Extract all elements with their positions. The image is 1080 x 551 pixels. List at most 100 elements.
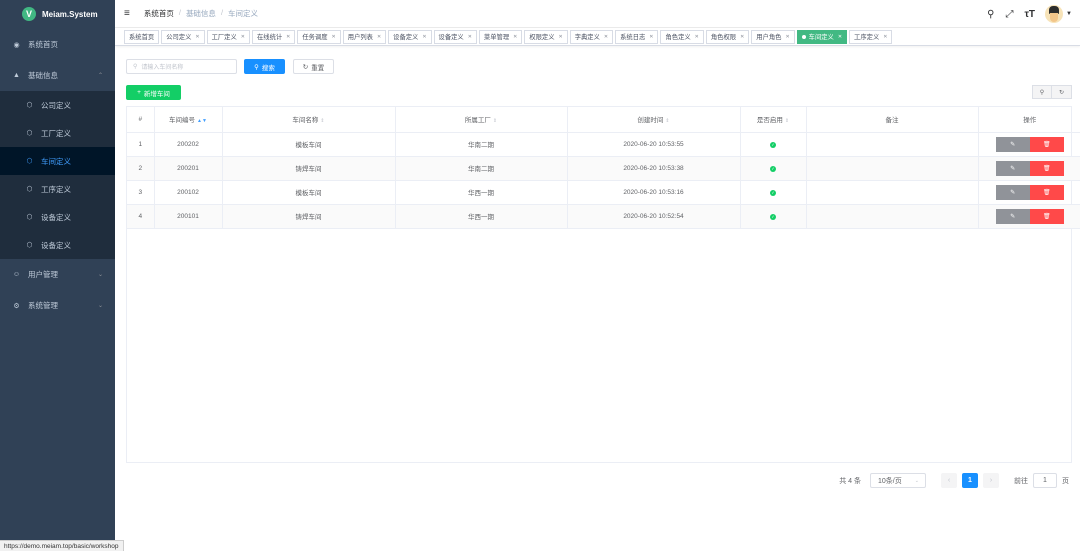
refresh-button[interactable]: ↻: [1052, 85, 1072, 99]
delete-button[interactable]: 🗑: [1029, 136, 1064, 152]
table-row[interactable]: 4 200101 铸焊车间 华西一期 2020-06-20 10:52:54 ✓ ✎ 🗑: [127, 204, 1080, 229]
cell-name: 模板车间: [222, 132, 396, 157]
cube-icon: ⬡: [26, 242, 33, 249]
sidebar-item-factory[interactable]: ⬡ 工厂定义: [0, 119, 115, 147]
close-icon[interactable]: ✕: [377, 34, 381, 40]
sidebar-item-users[interactable]: ☺ 用户管理 ⌄: [0, 259, 115, 290]
close-icon[interactable]: ✕: [740, 34, 744, 40]
toggle-search-button[interactable]: ⚲: [1032, 85, 1052, 99]
tag-item[interactable]: 权限定义 ✕: [524, 29, 568, 44]
tag-item[interactable]: 菜单管理 ✕: [478, 29, 523, 44]
add-workshop-button[interactable]: + 新增车间: [126, 85, 181, 100]
search-icon: ⚲: [1039, 89, 1045, 96]
sidebar-item-company[interactable]: ⬡ 公司定义: [0, 91, 115, 119]
tag-item[interactable]: 工厂定义 ✕: [206, 29, 250, 44]
tag-label: 在线统计: [256, 34, 283, 41]
page-size-select[interactable]: 10条/页 ⌄: [870, 473, 926, 488]
close-icon[interactable]: ✕: [332, 34, 336, 40]
close-icon[interactable]: ✕: [604, 34, 608, 40]
tag-item[interactable]: 角色权限 ✕: [705, 29, 750, 44]
cell-remark: [806, 132, 979, 157]
table-row[interactable]: 2 200201 铸焊车间 华南二期 2020-06-20 10:53:38 ✓ ✎ 🗑: [127, 156, 1080, 181]
search-button[interactable]: ⚲ 搜索: [244, 59, 285, 74]
close-icon[interactable]: ✕: [241, 34, 245, 40]
add-button-label: 新增车间: [143, 90, 170, 98]
close-icon[interactable]: ✕: [195, 34, 199, 40]
col-header-factory[interactable]: 所属工厂 ⇕: [395, 107, 568, 133]
close-icon[interactable]: ✕: [286, 34, 290, 40]
tag-item[interactable]: 在线统计 ✕: [251, 29, 296, 44]
prev-page-button[interactable]: ‹: [941, 473, 957, 488]
tag-item[interactable]: 用户角色 ✕: [751, 29, 795, 44]
close-icon[interactable]: ✕: [468, 34, 472, 40]
tag-item[interactable]: 车间定义 ✕: [796, 29, 848, 44]
hamburger-icon[interactable]: ≡: [124, 8, 130, 19]
sidebar-item-home[interactable]: ◉ 系统首页: [0, 29, 115, 60]
tag-item[interactable]: 系统日志 ✕: [615, 29, 659, 44]
search-input[interactable]: ⚲ 请输入车间名称: [126, 59, 237, 74]
tag-item[interactable]: 设备定义 ✕: [433, 29, 477, 44]
close-icon[interactable]: ✕: [838, 34, 842, 40]
close-icon[interactable]: ✕: [883, 34, 887, 40]
sort-icon[interactable]: ⇕: [665, 118, 669, 124]
edit-button[interactable]: ✎: [995, 208, 1030, 224]
sort-icon[interactable]: ⇕: [320, 118, 324, 124]
avatar[interactable]: [1045, 5, 1064, 23]
col-header-enabled[interactable]: 是否启用 ⇕: [740, 107, 807, 133]
tag-label: 车间定义: [808, 34, 834, 41]
close-icon[interactable]: ✕: [513, 34, 517, 40]
table-row[interactable]: 3 200102 模板车间 华西一期 2020-06-20 10:53:16 ✓ ✎ 🗑: [127, 180, 1080, 205]
cell-created: 2020-06-20 10:52:54: [567, 204, 741, 229]
check-circle-icon: ✓: [770, 165, 776, 172]
breadcrumb-item[interactable]: 系统首页: [144, 8, 174, 19]
delete-button[interactable]: 🗑: [1029, 208, 1064, 224]
tag-item[interactable]: 角色定义 ✕: [660, 29, 704, 44]
sort-icon[interactable]: ⇕: [493, 118, 497, 124]
edit-button[interactable]: ✎: [995, 136, 1030, 152]
close-icon[interactable]: ✕: [695, 34, 699, 40]
vue-logo-icon: V: [22, 7, 36, 21]
sidebar-item-process[interactable]: ⬡ 工序定义: [0, 175, 115, 203]
edit-button[interactable]: ✎: [995, 160, 1030, 176]
fullscreen-icon[interactable]: ⤢: [1005, 9, 1013, 20]
goto-page-input[interactable]: 1: [1033, 473, 1057, 488]
reset-button[interactable]: ↻ 重置: [293, 59, 334, 74]
breadcrumb-item: 车间定义: [228, 9, 259, 18]
col-header-name[interactable]: 车间名称 ⇕: [222, 107, 396, 133]
next-page-button[interactable]: ›: [983, 473, 999, 488]
col-header-created[interactable]: 创建时间 ⇕: [567, 107, 741, 133]
font-size-icon[interactable]: τT: [1024, 9, 1035, 20]
tag-item[interactable]: 任务调度 ✕: [297, 29, 341, 44]
search-icon[interactable]: ⚲: [987, 9, 994, 20]
page-number-button[interactable]: 1: [962, 473, 978, 488]
tag-item[interactable]: 设备定义 ✕: [388, 29, 432, 44]
close-icon[interactable]: ✕: [422, 34, 426, 40]
delete-button[interactable]: 🗑: [1029, 160, 1064, 176]
sidebar-item-workshop[interactable]: ⬡ 车间定义: [0, 147, 115, 175]
tag-item[interactable]: 工序定义 ✕: [849, 29, 893, 44]
tag-item[interactable]: 公司定义 ✕: [161, 29, 205, 44]
row-actions: ✎ 🗑: [979, 184, 1080, 200]
edit-button[interactable]: ✎: [995, 184, 1030, 200]
caret-down-icon[interactable]: ▼: [1066, 11, 1072, 17]
close-icon[interactable]: ✕: [785, 34, 789, 40]
tag-item[interactable]: 用户列表 ✕: [342, 29, 387, 44]
sort-icon[interactable]: ⇕: [785, 118, 789, 124]
sidebar-item-system[interactable]: ⚙ 系统管理 ⌄: [0, 290, 115, 321]
logo[interactable]: V Meiam.System: [0, 0, 115, 28]
table-row[interactable]: 1 200202 模板车间 华南二期 2020-06-20 10:53:55 ✓ ✎ 🗑: [127, 132, 1080, 157]
tag-item[interactable]: 字典定义 ✕: [569, 29, 614, 44]
sidebar-item-basic[interactable]: ▲ 基础信息 ⌃: [0, 60, 115, 91]
close-icon[interactable]: ✕: [559, 34, 563, 40]
sidebar-item-equipment[interactable]: ⬡ 设备定义: [0, 203, 115, 231]
tag-label: 系统日志: [620, 34, 646, 41]
cell-actions: ✎ 🗑: [978, 204, 1080, 229]
delete-button[interactable]: 🗑: [1029, 184, 1064, 200]
close-icon[interactable]: ✕: [649, 34, 653, 40]
col-header-actions: 操作: [978, 107, 1080, 133]
col-header-code[interactable]: 车间编号 ▲▼: [154, 107, 223, 133]
sidebar-item-equipment-2[interactable]: ⬡ 设备定义: [0, 231, 115, 259]
sort-icon[interactable]: ▲▼: [197, 118, 207, 124]
sidebar-item-label: 基础信息: [28, 71, 58, 80]
tag-item[interactable]: 系统首页: [124, 29, 160, 44]
